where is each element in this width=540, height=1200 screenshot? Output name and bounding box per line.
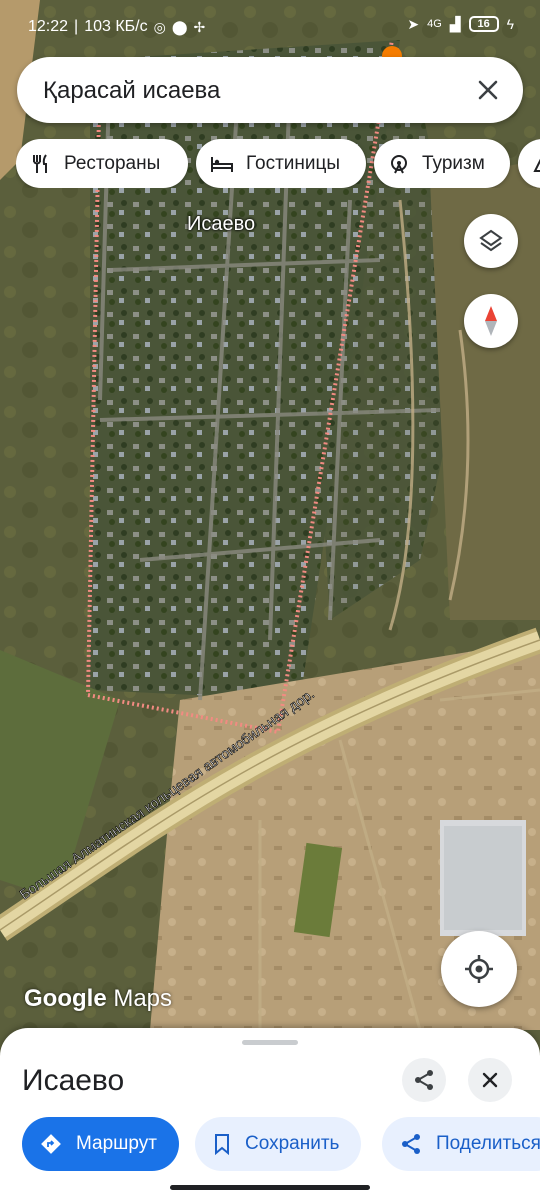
- directions-icon: [41, 1134, 61, 1154]
- share-icon: [402, 1134, 420, 1154]
- place-bottom-sheet[interactable]: Исаево Маршрут Сохранить Поделиться: [0, 1028, 540, 1200]
- share-label: Поделиться: [436, 1133, 540, 1154]
- my-location-button[interactable]: [441, 931, 517, 1007]
- directions-label: Маршрут: [76, 1133, 157, 1154]
- watermark-product: Maps: [113, 985, 173, 1012]
- restaurant-icon: [33, 153, 47, 173]
- place-title: Исаево: [22, 1064, 125, 1097]
- whatsapp-icon: ◎: [153, 19, 166, 35]
- directions-button[interactable]: Маршрут: [22, 1117, 179, 1171]
- chip-tourism[interactable]: Туризм: [374, 139, 510, 188]
- watermark-brand: Google: [24, 985, 107, 1012]
- share-icon: [415, 1070, 433, 1090]
- category-chips: Рестораны Гостиницы Туризм: [16, 139, 540, 188]
- layers-icon: [479, 229, 503, 252]
- share-action-button[interactable]: Поделиться: [382, 1117, 540, 1171]
- more-category-icon: [533, 158, 540, 172]
- chip-label: Рестораны: [64, 152, 161, 174]
- chip-label: Гостиницы: [246, 152, 341, 174]
- status-speed: 103 КБ/с: [84, 18, 148, 35]
- battery-icon: 16: [468, 16, 499, 32]
- compass-button[interactable]: [464, 294, 518, 348]
- compass-icon: [485, 306, 497, 336]
- navigation-icon: ➤: [407, 16, 420, 32]
- map-place-label: Исаево: [187, 213, 256, 235]
- close-icon: [482, 1072, 498, 1088]
- chip-label: Туризм: [422, 152, 485, 174]
- signal-icon: ▟: [449, 16, 461, 32]
- google-maps-watermark: Google Maps: [24, 985, 172, 1013]
- status-bar: 12:22 | 103 КБ/с ◎ ⬤ ✢ ➤ 4G ▟ 16 ϟ: [0, 0, 540, 56]
- search-bar[interactable]: Қарасай исаева: [17, 57, 523, 123]
- bookmark-icon: [215, 1134, 229, 1155]
- close-sheet-button[interactable]: [468, 1058, 512, 1102]
- save-label: Сохранить: [245, 1133, 340, 1154]
- charging-icon: ϟ: [506, 16, 514, 32]
- status-separator: |: [74, 18, 79, 35]
- chip-restaurants[interactable]: Рестораны: [16, 139, 188, 188]
- my-location-icon: [465, 955, 493, 983]
- drag-handle[interactable]: [242, 1040, 298, 1045]
- close-icon[interactable]: [471, 73, 505, 107]
- fan-icon: ✢: [193, 19, 206, 35]
- network-indicator: 4G: [427, 18, 442, 30]
- attraction-icon: [391, 154, 407, 173]
- layers-button[interactable]: [464, 214, 518, 268]
- location-icon: ⬤: [171, 19, 188, 35]
- status-time: 12:22: [28, 18, 69, 35]
- search-input[interactable]: Қарасай исаева: [43, 77, 220, 105]
- share-button[interactable]: [402, 1058, 446, 1102]
- battery-level: 16: [477, 18, 490, 30]
- home-indicator: [170, 1185, 370, 1190]
- hotel-icon: [211, 156, 233, 172]
- chip-hotels[interactable]: Гостиницы: [196, 139, 366, 188]
- chip-more[interactable]: [518, 139, 540, 188]
- save-button[interactable]: Сохранить: [195, 1117, 362, 1171]
